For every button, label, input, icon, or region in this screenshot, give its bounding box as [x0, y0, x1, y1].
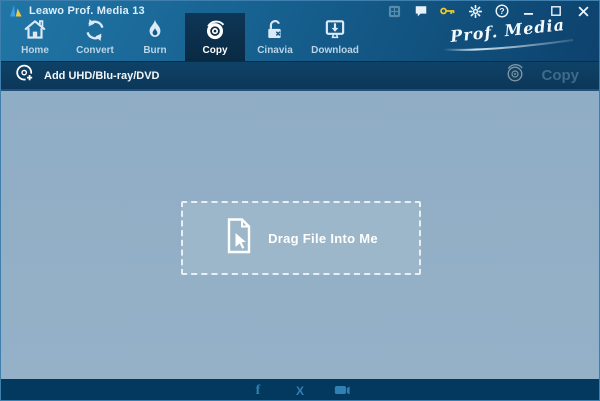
toolbar: Add UHD/Blu-ray/DVD Copy — [1, 61, 599, 89]
app-window: Home Convert Burn — [0, 0, 600, 401]
facebook-glyph: f — [256, 383, 261, 399]
drag-file-cursor-icon — [224, 217, 254, 260]
maximize-icon[interactable] — [548, 3, 564, 19]
chat-icon[interactable] — [413, 3, 429, 19]
close-icon[interactable] — [575, 3, 591, 19]
minimize-icon[interactable] — [521, 3, 537, 19]
tab-label: Cinavia — [257, 45, 293, 56]
disc-icon — [504, 62, 526, 89]
add-disc-icon — [15, 63, 35, 88]
tab-label: Convert — [76, 45, 114, 56]
add-button-label: Add UHD/Blu-ray/DVD — [44, 70, 160, 82]
content-area: Drag File Into Me — [1, 89, 599, 379]
drag-drop-zone[interactable]: Drag File Into Me — [181, 201, 421, 275]
window-title: Leawo Prof. Media 13 — [29, 5, 145, 17]
header: Home Convert Burn — [1, 1, 599, 61]
tab-label: Home — [21, 45, 49, 56]
help-icon[interactable]: ? — [494, 3, 510, 19]
titlebar: Leawo Prof. Media 13 — [1, 1, 599, 21]
gear-icon[interactable] — [467, 3, 483, 19]
toolbar-right: Copy — [504, 62, 600, 89]
apps-icon[interactable] — [386, 3, 402, 19]
video-icon[interactable] — [334, 383, 350, 399]
tab-label: Copy — [203, 45, 228, 56]
facebook-icon[interactable]: f — [250, 383, 266, 399]
footer-bar: f X — [1, 379, 599, 401]
app-logo-icon — [9, 4, 23, 18]
tab-label: Download — [311, 45, 359, 56]
x-twitter-icon[interactable]: X — [292, 383, 308, 399]
add-uhd-bluray-dvd-button[interactable]: Add UHD/Blu-ray/DVD — [1, 62, 174, 89]
brand-logo: Prof. Media — [433, 21, 583, 52]
x-glyph: X — [296, 384, 304, 398]
copy-button[interactable]: Copy — [542, 67, 580, 84]
svg-text:?: ? — [499, 6, 504, 16]
key-icon[interactable] — [440, 3, 456, 19]
tab-label: Burn — [143, 45, 166, 56]
titlebar-icons: ? — [386, 3, 591, 19]
dropzone-label: Drag File Into Me — [268, 231, 378, 246]
